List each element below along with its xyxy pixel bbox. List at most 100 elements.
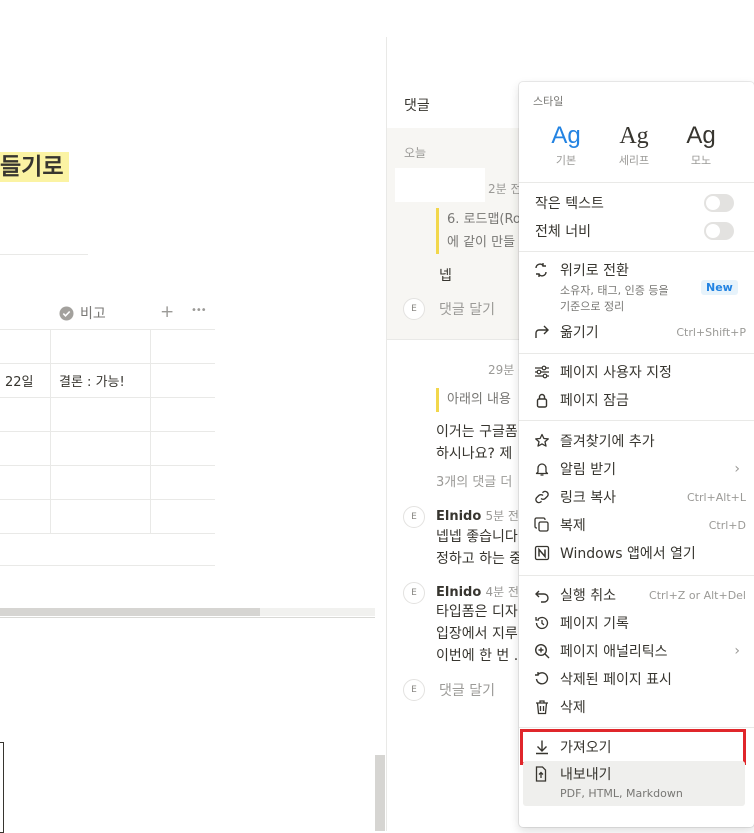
- comment-time: 2분 전: [488, 182, 522, 196]
- menu-item-import[interactable]: 가져오기: [519, 733, 754, 761]
- user-avatar: E: [403, 298, 425, 320]
- menu-item-delete[interactable]: 삭제: [519, 693, 754, 721]
- menu-item-wiki[interactable]: 위키로 전환 소유자, 태그, 인증 등을 기준으로 정리 New: [519, 256, 754, 318]
- menu-item-move[interactable]: 옮기기 Ctrl+Shift+P: [519, 318, 754, 346]
- font-option-default[interactable]: Ag 기본: [536, 122, 596, 168]
- sliders-icon: [532, 362, 552, 382]
- font-name: 세리프: [618, 154, 650, 167]
- comment-author: Elnido 5분 전: [436, 507, 519, 524]
- menu-item-label: 실행 취소: [560, 588, 616, 604]
- menu-item-history[interactable]: 페이지 기록: [519, 609, 754, 637]
- table-header-note[interactable]: 비고: [59, 303, 106, 323]
- redacted-block: [395, 168, 485, 202]
- menu-item-label: 페이지 사용자 지정: [560, 365, 672, 381]
- menu-item-undo[interactable]: 실행 취소 Ctrl+Z or Alt+Del: [519, 581, 754, 609]
- notion-logo-icon: [532, 543, 552, 563]
- vertical-scrollbar[interactable]: [375, 755, 385, 831]
- menu-item-description: PDF, HTML, Markdown: [560, 787, 683, 800]
- undo-icon: [532, 585, 552, 605]
- export-file-icon: [533, 766, 549, 786]
- font-glyph: Ag: [686, 122, 716, 149]
- more-replies-link[interactable]: 3개의 댓글 더: [436, 471, 520, 490]
- table-cell-note[interactable]: 결론 : 가능!: [59, 371, 125, 390]
- menu-item-export[interactable]: 내보내기 PDF, HTML, Markdown: [523, 761, 745, 806]
- table-more-button[interactable]: •••: [191, 305, 207, 316]
- divider: [0, 254, 88, 255]
- menu-divider: [519, 575, 754, 576]
- small-text-toggle-item[interactable]: 작은 텍스트: [519, 189, 754, 217]
- menu-item-label: 내보내기: [560, 767, 612, 783]
- table-col-divider: [50, 329, 51, 533]
- menu-divider: [519, 182, 754, 183]
- menu-item-copy-link[interactable]: 링크 복사 Ctrl+Alt+L: [519, 483, 754, 511]
- full-width-toggle-item[interactable]: 전체 너비: [519, 217, 754, 245]
- check-circle-icon: [59, 306, 74, 320]
- menu-item-label: 페이지 기록: [560, 616, 629, 632]
- comment-line: 이거는 구글폼: [436, 424, 518, 440]
- menu-item-description: 기준으로 정리: [560, 300, 625, 313]
- shortcut-hint: Ctrl+D: [708, 518, 746, 532]
- table-row-divider: [0, 397, 215, 398]
- comment-line: 하시나요? 제: [436, 446, 513, 462]
- chevron-right-icon: ›: [734, 643, 740, 659]
- table-col-divider: [150, 329, 151, 533]
- history-icon: [532, 613, 552, 633]
- wiki-icon: [533, 262, 549, 282]
- comment-line: 정하고 하는 중: [436, 551, 520, 567]
- trash-icon: [532, 697, 552, 717]
- comment-line: 넵넵 좋습니다: [436, 529, 518, 545]
- font-option-mono[interactable]: Ag 모노: [671, 122, 731, 168]
- full-width-toggle[interactable]: [704, 222, 734, 240]
- table-row-divider: [0, 565, 215, 566]
- font-option-serif[interactable]: Ag 세리프: [604, 122, 664, 168]
- table-row-divider: [0, 431, 215, 432]
- menu-item-open-windows[interactable]: Windows 앱에서 열기: [519, 539, 754, 567]
- menu-item-label: 삭제된 페이지 표시: [560, 672, 672, 688]
- table-cell-date[interactable]: 22일: [5, 371, 34, 390]
- star-icon: [532, 431, 552, 451]
- menu-item-favorite[interactable]: 즐겨찾기에 추가: [519, 427, 754, 455]
- author-name: Elnido: [436, 585, 482, 600]
- scrollbar-thumb[interactable]: [0, 608, 260, 616]
- menu-divider: [519, 251, 754, 252]
- bell-icon: [532, 459, 552, 479]
- divider: [0, 617, 375, 618]
- menu-item-label: 복제: [560, 518, 586, 534]
- horizontal-scrollbar[interactable]: [0, 608, 375, 616]
- add-column-button[interactable]: +: [160, 302, 174, 322]
- menu-item-lock[interactable]: 페이지 잠금: [519, 386, 754, 414]
- style-section-label: 스타일: [533, 95, 564, 108]
- shortcut-hint: Ctrl+Z or Alt+Del: [649, 588, 746, 602]
- table-row-divider: [0, 329, 215, 330]
- font-name: 기본: [555, 154, 577, 167]
- menu-item-analytics[interactable]: 페이지 애널리틱스 ›: [519, 637, 754, 665]
- add-comment-button[interactable]: 댓글 달기: [439, 680, 495, 700]
- zoom-analytics-icon: [532, 641, 552, 661]
- top-bar: [0, 0, 754, 38]
- link-icon: [532, 487, 552, 507]
- arrow-turn-icon: [532, 322, 552, 342]
- font-glyph: Ag: [551, 122, 581, 149]
- divider: [387, 339, 519, 340]
- table-row-divider: [0, 499, 215, 500]
- new-badge: New: [701, 280, 738, 295]
- comment-line: 입장에서 지루: [436, 626, 518, 642]
- restore-icon: [532, 669, 552, 689]
- add-comment-button[interactable]: 댓글 달기: [439, 299, 495, 319]
- embedded-box: [0, 742, 4, 833]
- menu-item-show-deleted[interactable]: 삭제된 페이지 표시: [519, 665, 754, 693]
- menu-item-duplicate[interactable]: 복제 Ctrl+D: [519, 511, 754, 539]
- comment-line: 타입폼은 디자: [436, 604, 518, 620]
- menu-item-description: 소유자, 태그, 인증 등을: [560, 284, 669, 297]
- comment-body: 넵넵 좋습니다 정하고 하는 중: [436, 526, 520, 570]
- menu-item-label: Windows 앱에서 열기: [560, 546, 696, 562]
- menu-item-label: 위키로 전환: [560, 263, 629, 279]
- menu-item-label: 가져오기: [560, 740, 612, 756]
- menu-item-label: 페이지 애널리틱스: [560, 644, 668, 660]
- menu-item-customize[interactable]: 페이지 사용자 지정: [519, 358, 754, 386]
- menu-item-notify[interactable]: 알림 받기 ›: [519, 455, 754, 483]
- small-text-toggle[interactable]: [704, 194, 734, 212]
- user-avatar: E: [403, 582, 425, 604]
- lock-icon: [532, 390, 552, 410]
- table-header-label: 비고: [80, 306, 106, 322]
